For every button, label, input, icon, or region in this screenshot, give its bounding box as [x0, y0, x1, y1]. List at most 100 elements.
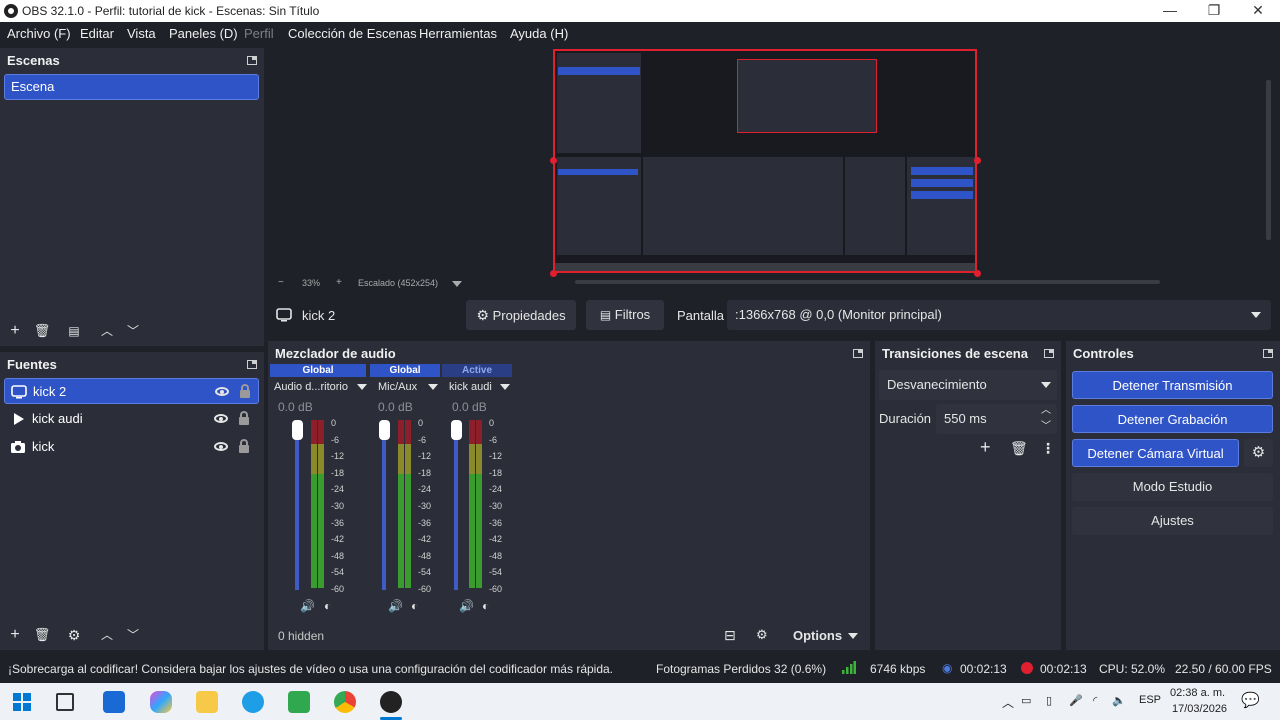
volume-slider-handle[interactable]: [451, 420, 462, 440]
lock-icon[interactable]: [239, 411, 249, 425]
horizontal-scrollbar[interactable]: [575, 280, 1160, 284]
minimize-button[interactable]: —: [1148, 0, 1192, 22]
menu-perfil[interactable]: Perfil: [244, 26, 274, 41]
preview-source-frame[interactable]: [553, 49, 977, 273]
undock-icon[interactable]: [1263, 349, 1273, 358]
source-item[interactable]: kick audi: [4, 406, 259, 432]
copilot-icon[interactable]: [150, 691, 172, 713]
channel-menu-icon[interactable]: [500, 384, 510, 390]
monitoring-icon[interactable]: ◐: [324, 599, 331, 613]
volume-slider-track[interactable]: [295, 430, 299, 590]
edge-icon[interactable]: [242, 691, 264, 713]
undock-icon[interactable]: [853, 349, 863, 358]
tray-app-icon[interactable]: ▯: [1046, 694, 1052, 707]
filters-button[interactable]: ▤ Filtros: [586, 300, 664, 330]
spin-down-icon[interactable]: ﹀: [1041, 412, 1051, 442]
chrome-icon[interactable]: [334, 691, 356, 713]
stop-recording-button[interactable]: Detener Grabación: [1072, 405, 1273, 433]
transition-select[interactable]: Desvanecimiento: [879, 370, 1057, 400]
transform-handle[interactable]: [974, 157, 981, 164]
speaker-icon[interactable]: 🔊: [459, 599, 474, 613]
lock-icon[interactable]: [239, 439, 249, 453]
remove-source-icon[interactable]: 🗑: [32, 625, 52, 645]
virtual-camera-gear-icon[interactable]: ⚙: [1244, 439, 1273, 467]
monitoring-icon[interactable]: ◐: [411, 599, 418, 613]
meter-tick-label: -24: [418, 484, 432, 495]
scale-dropdown-icon[interactable]: [452, 281, 462, 287]
store-app-icon[interactable]: [288, 691, 310, 713]
undock-icon[interactable]: [247, 360, 257, 369]
zoom-out-button[interactable]: −: [278, 277, 284, 288]
remove-scene-icon[interactable]: 🗑: [32, 321, 52, 341]
source-item[interactable]: kick 2: [4, 378, 259, 404]
scene-item[interactable]: Escena: [4, 74, 259, 100]
volume-slider-handle[interactable]: [292, 420, 303, 440]
settings-button[interactable]: Ajustes: [1072, 507, 1273, 535]
duration-spinbox[interactable]: 550 ms ︿ ﹀: [936, 404, 1057, 434]
move-up-icon[interactable]: ︿: [97, 321, 117, 341]
file-explorer-icon[interactable]: [196, 691, 218, 713]
volume-slider-handle[interactable]: [379, 420, 390, 440]
microphone-icon[interactable]: 🎤: [1069, 694, 1083, 707]
add-source-icon[interactable]: +: [5, 625, 25, 645]
channel-menu-icon[interactable]: [428, 384, 438, 390]
add-scene-icon[interactable]: +: [5, 321, 25, 341]
source-settings-gear-icon[interactable]: ⚙: [64, 625, 84, 645]
vertical-scrollbar[interactable]: [1266, 80, 1271, 240]
layout-toggle-icon[interactable]: ⊟: [724, 627, 736, 644]
scene-filters-icon[interactable]: ▤: [64, 321, 84, 341]
visibility-eye-icon[interactable]: [215, 387, 229, 396]
clock-time[interactable]: 02:38 a. m.: [1170, 687, 1225, 699]
options-chevron-icon[interactable]: [848, 633, 858, 639]
visibility-eye-icon[interactable]: [214, 414, 228, 423]
channel-menu-icon[interactable]: [357, 384, 367, 390]
clock-date[interactable]: 17/03/2026: [1172, 703, 1227, 715]
volume-slider-track[interactable]: [454, 430, 458, 590]
speaker-icon[interactable]: 🔊: [388, 599, 403, 613]
menu-vista[interactable]: Vista: [127, 26, 156, 41]
source-item[interactable]: kick: [4, 434, 259, 460]
show-hidden-icons-chevron-icon[interactable]: ︿: [1002, 694, 1014, 711]
move-down-icon[interactable]: ﹀: [123, 321, 143, 341]
wifi-icon[interactable]: ◜: [1093, 694, 1097, 707]
properties-button[interactable]: ⚙ Propiedades: [466, 300, 576, 330]
windows-start-icon[interactable]: [13, 693, 31, 711]
obs-taskbar-icon[interactable]: [380, 691, 402, 713]
language-indicator[interactable]: ESP: [1139, 694, 1161, 706]
advanced-audio-gear-icon[interactable]: ⚙: [756, 627, 768, 643]
restore-button[interactable]: ❐: [1192, 0, 1236, 22]
undock-icon[interactable]: [1044, 349, 1054, 358]
zoom-in-button[interactable]: +: [336, 277, 342, 288]
speaker-icon[interactable]: 🔊: [300, 599, 315, 613]
stop-virtual-camera-button[interactable]: Detener Cámara Virtual: [1072, 439, 1239, 467]
menu-paneles[interactable]: Paneles (D): [169, 26, 238, 41]
notifications-icon[interactable]: 💬: [1241, 691, 1260, 709]
transform-handle[interactable]: [550, 157, 557, 164]
menu-coleccion-escenas[interactable]: Colección de Escenas: [288, 26, 417, 41]
tray-app-icon[interactable]: ▭: [1021, 694, 1031, 707]
menu-herramientas[interactable]: Herramientas: [419, 26, 497, 41]
transform-handle[interactable]: [550, 270, 557, 277]
volume-icon[interactable]: 🔈: [1112, 694, 1126, 707]
monitoring-icon[interactable]: ◐: [482, 599, 489, 613]
display-select[interactable]: :1366x768 @ 0,0 (Monitor principal): [727, 300, 1271, 330]
move-down-icon[interactable]: ﹀: [123, 625, 143, 645]
move-up-icon[interactable]: ︿: [97, 625, 117, 645]
volume-slider-track[interactable]: [382, 430, 386, 590]
stop-streaming-button[interactable]: Detener Transmisión: [1072, 371, 1273, 399]
studio-mode-button[interactable]: Modo Estudio: [1072, 473, 1273, 501]
more-options-icon[interactable]: ⋮: [1041, 440, 1055, 457]
options-button[interactable]: Options: [793, 628, 842, 643]
menu-ayuda[interactable]: Ayuda (H): [510, 26, 568, 41]
undock-icon[interactable]: [247, 56, 257, 65]
transform-handle[interactable]: [974, 270, 981, 277]
add-transition-icon[interactable]: +: [980, 437, 991, 458]
remove-transition-icon[interactable]: 🗑: [1010, 440, 1028, 457]
lock-icon[interactable]: [240, 384, 250, 398]
visibility-eye-icon[interactable]: [214, 442, 228, 451]
outlook-icon[interactable]: [103, 691, 125, 713]
menu-editar[interactable]: Editar: [80, 26, 114, 41]
menu-archivo[interactable]: Archivo (F): [7, 26, 71, 41]
close-button[interactable]: ✕: [1236, 0, 1280, 22]
task-view-icon[interactable]: [56, 693, 74, 711]
